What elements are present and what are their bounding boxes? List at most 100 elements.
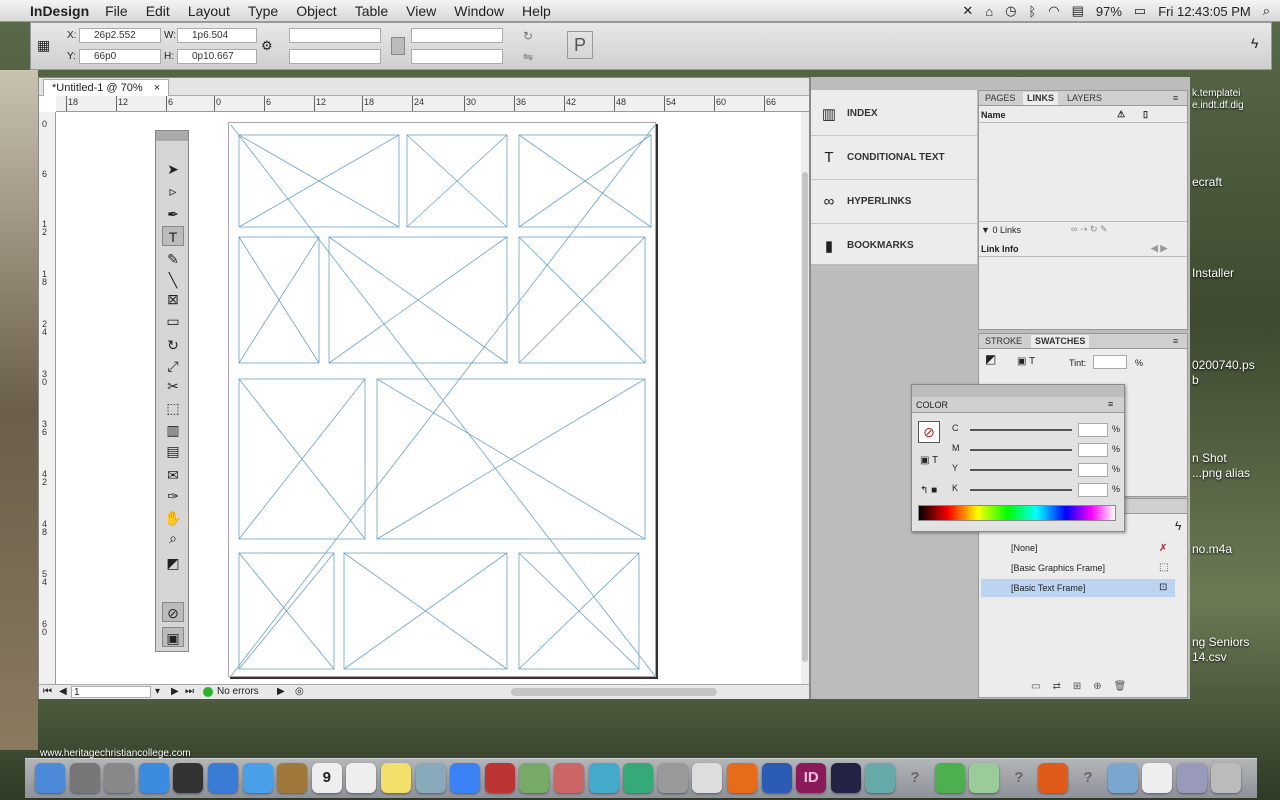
dock-mail-icon[interactable] (969, 763, 1000, 793)
page-column-icon[interactable]: ▯ (1143, 109, 1148, 120)
dock-quicktime-icon[interactable] (830, 763, 861, 793)
link-info-header[interactable]: Link Info ◀ ▶ (979, 241, 1187, 257)
tab-stroke[interactable]: STROKE (985, 336, 1022, 346)
expand-icon[interactable]: ▼ (981, 225, 990, 235)
horizontal-scroll-thumb[interactable] (511, 688, 717, 696)
menu-layout[interactable]: Layout (188, 3, 230, 19)
dock-contacts-icon[interactable] (277, 763, 308, 793)
horizontal-ruler[interactable]: 18 12 6 0 6 12 18 24 30 36 42 48 54 60 66 (56, 96, 809, 112)
desktop-file-label[interactable]: no.m4a (1192, 542, 1232, 556)
time-machine-icon[interactable]: ◷ (1005, 3, 1016, 19)
color-menu-icon[interactable]: ≡ (1108, 399, 1113, 409)
dock-iphoto-icon[interactable] (519, 763, 550, 793)
last-page-icon[interactable]: ⏭ (185, 686, 194, 697)
formatting-icon[interactable]: ▣ T (920, 455, 938, 466)
desktop-file-label[interactable]: b (1192, 373, 1199, 387)
tint-field[interactable] (1093, 355, 1127, 369)
page-dropdown-icon[interactable]: ▾ (155, 686, 160, 697)
eyedropper-icon[interactable]: ✑ (162, 486, 184, 506)
screen-mode-icon[interactable]: ▣ (162, 627, 184, 647)
desktop-file-label[interactable]: 0200740.ps (1192, 358, 1255, 372)
menu-edit[interactable]: Edit (146, 3, 170, 19)
dock-reminders-icon[interactable] (346, 763, 377, 793)
name-column[interactable]: Name (981, 110, 1006, 120)
fill-stroke-icon[interactable]: ◩ (162, 553, 184, 573)
dock-finder-icon[interactable] (35, 763, 65, 793)
dock-calendar-icon[interactable]: 9 (311, 763, 342, 793)
wifi-icon[interactable]: ◠ (1048, 3, 1059, 19)
tab-layers[interactable]: LAYERS (1067, 93, 1102, 103)
hyperlinks-panel-button[interactable]: ∞ HYPERLINKS (811, 180, 977, 224)
desktop-file-label[interactable]: e.indt.df.dig (1192, 100, 1244, 111)
swatch-menu-icon[interactable]: ≡ (1173, 336, 1178, 346)
lightning-icon[interactable]: ϟ (1175, 519, 1181, 533)
dock-photoshop-icon[interactable] (1038, 763, 1069, 793)
vertical-ruler[interactable]: 0 6 1 2 1 8 2 4 3 0 3 6 4 2 4 8 5 4 6 0 (39, 112, 56, 688)
dock-image-icon[interactable] (865, 763, 896, 793)
dock---icon[interactable]: ? (900, 763, 930, 793)
next-page-icon[interactable]: ▶ (171, 686, 179, 697)
scale-y-field[interactable] (289, 49, 381, 64)
desktop-file-label[interactable]: 14.csv (1192, 650, 1227, 664)
rectangle-frame-icon[interactable]: ⊠ (162, 289, 184, 309)
vertical-scroll-thumb[interactable] (802, 172, 808, 662)
menu-table[interactable]: Table (355, 3, 388, 19)
menu-type[interactable]: Type (248, 3, 278, 19)
desktop-file-label[interactable]: n Shot (1192, 451, 1227, 465)
dock-preferences-icon[interactable] (657, 763, 688, 793)
dock-safari-icon[interactable] (242, 763, 273, 793)
gradient-swatch-icon[interactable]: ▥ (162, 420, 184, 440)
dock-document-icon[interactable] (1142, 763, 1173, 793)
selection-tool-icon[interactable]: ➤ (162, 159, 184, 179)
desktop-file-label[interactable]: ng Seniors (1192, 635, 1249, 649)
fill-stroke-swatch-icon[interactable]: ◩ (985, 352, 996, 366)
style-row[interactable]: [None] (981, 539, 1175, 557)
black-field[interactable] (1078, 483, 1108, 497)
color-panel-titlebar[interactable] (912, 385, 1124, 397)
shear-field[interactable] (411, 49, 503, 64)
line-tool-icon[interactable]: ╲ (162, 270, 184, 290)
tab-links[interactable]: LINKS (1023, 92, 1058, 105)
dock---icon[interactable]: ? (1073, 763, 1103, 793)
dock-screen-icon[interactable] (1176, 763, 1207, 793)
magenta-field[interactable] (1078, 443, 1108, 457)
pen-tool-icon[interactable]: ✒ (162, 204, 184, 224)
scale-x-field[interactable] (289, 28, 381, 43)
dock-script-icon[interactable] (692, 763, 723, 793)
home-icon[interactable]: ⌂ (985, 4, 993, 19)
desktop-file-label[interactable]: ...png alias (1192, 466, 1250, 480)
dock-word-icon[interactable] (761, 763, 792, 793)
dock---icon[interactable]: ? (1004, 763, 1034, 793)
free-transform-icon[interactable]: ⬚ (162, 398, 184, 418)
battery-icon[interactable]: ▭ (1134, 3, 1146, 19)
x-field[interactable]: 26p2.552 (79, 28, 161, 43)
preflight-settings-icon[interactable]: ◎ (295, 686, 304, 697)
dock-firefox-icon[interactable] (727, 763, 757, 793)
warning-icon[interactable]: ⚠ (1117, 109, 1125, 120)
y-field[interactable]: 66p0 (79, 49, 161, 64)
flag-icon[interactable]: ▤ (1072, 3, 1084, 19)
link-icon[interactable] (391, 37, 405, 55)
preflight-status[interactable]: No errors (217, 686, 259, 697)
note-tool-icon[interactable]: ✉ (162, 465, 184, 485)
flip-icon[interactable]: ⇋ (523, 50, 533, 64)
first-page-icon[interactable]: ⏮ (43, 686, 52, 697)
w-field[interactable]: 1p6.504 (177, 28, 257, 43)
prev-page-icon[interactable]: ◀ (59, 686, 67, 697)
index-panel-button[interactable]: ▥ INDEX (811, 92, 977, 136)
scissors-tool-icon[interactable]: ✂ (162, 376, 184, 396)
bluetooth-icon[interactable]: ᛒ (1028, 4, 1036, 19)
close-icon[interactable]: ✕ (962, 3, 973, 19)
panel-menu-icon[interactable]: ≡ (1173, 93, 1178, 103)
app-menu[interactable]: InDesign (30, 3, 89, 19)
dock-chrome-icon[interactable] (934, 763, 965, 793)
dock-folder-icon[interactable] (1107, 763, 1138, 793)
desktop-file-label[interactable]: Installer (1192, 266, 1234, 280)
dock-messages-icon[interactable] (588, 763, 619, 793)
close-tab-icon[interactable]: × (154, 82, 160, 94)
dock-rocket-icon[interactable] (104, 763, 135, 793)
scale-tool-icon[interactable]: ⤢ (162, 356, 184, 376)
zoom-tool-icon[interactable]: ⌕ (162, 528, 184, 548)
gradient-feather-icon[interactable]: ▤ (162, 441, 184, 461)
dock-indesign-icon[interactable]: ID (796, 763, 827, 793)
